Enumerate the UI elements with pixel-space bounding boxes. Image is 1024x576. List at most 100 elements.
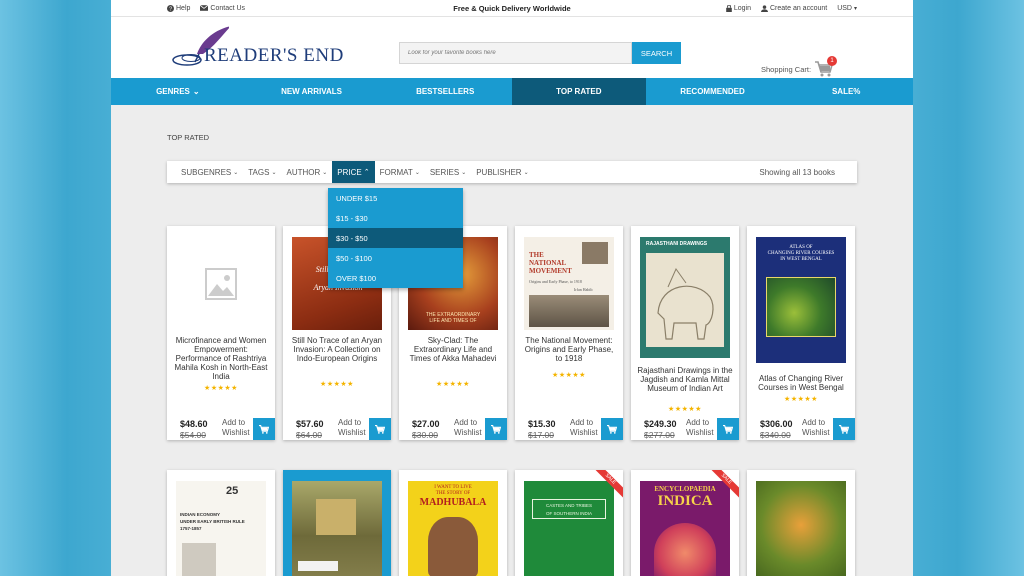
chevron-down-icon: ▾ — [853, 5, 857, 12]
book-cover[interactable]: I WANT TO LIVE THE STORY OF MADHUBALA — [408, 481, 498, 576]
contact-link[interactable]: Contact Us — [200, 5, 245, 12]
price: $48.60 — [180, 419, 208, 429]
nav-genres[interactable]: GENRES ⌄ — [111, 78, 245, 105]
background-right — [913, 0, 1024, 576]
add-to-cart-button[interactable] — [601, 418, 623, 440]
chevron-down-icon: ⌄ — [414, 169, 420, 176]
login-link[interactable]: Login — [726, 4, 751, 12]
sale-label: SALE — [591, 470, 623, 500]
filter-label: SERIES — [429, 167, 460, 177]
product-card[interactable]: RAJASTHANI DRAWINGS Rajasthani Drawings … — [631, 226, 739, 440]
filter-label: FORMAT — [379, 167, 413, 177]
product-card-highlighted[interactable] — [283, 470, 391, 576]
nav-recommended[interactable]: RECOMMENDED — [646, 78, 780, 105]
nav-top-rated[interactable]: TOP RATED — [512, 78, 646, 105]
filter-price[interactable]: PRICE ⌃ — [332, 161, 375, 183]
price: $306.00 — [760, 419, 793, 429]
cover-text: INDIAN ECONOMY — [180, 512, 221, 517]
shopping-cart[interactable]: Shopping Cart: 1 — [761, 56, 837, 77]
nav-new-arrivals[interactable]: NEW ARRIVALS — [245, 78, 379, 105]
old-price: $30.00 — [412, 430, 438, 440]
book-cover[interactable]: 25 INDIAN ECONOMY UNDER EARLY BRITISH RU… — [176, 481, 266, 576]
price-option[interactable]: $50 - $100 — [328, 248, 463, 268]
add-to-cart-button[interactable] — [485, 418, 507, 440]
search-button[interactable]: SEARCH — [632, 42, 681, 64]
filter-subgenres[interactable]: SUBGENRES ⌄ — [176, 161, 243, 183]
nav-label: SALE% — [831, 87, 861, 96]
help-icon: ? — [167, 4, 174, 12]
cover-text: NATIONAL — [529, 259, 567, 267]
help-label: Help — [176, 4, 191, 12]
filter-label: SUBGENRES — [181, 167, 232, 177]
cover-artwork — [646, 253, 724, 347]
book-cover[interactable] — [292, 481, 382, 576]
cover-photo — [529, 295, 609, 327]
background-left — [0, 0, 111, 576]
currency-select[interactable]: USD ▾ — [837, 5, 857, 12]
filter-label: PRICE — [337, 167, 362, 177]
cover-text: OF SOUTHERN INDIA — [545, 511, 592, 516]
cover-text: CASTES AND TRIBES — [546, 503, 592, 508]
rating-stars: ★★★★★ — [784, 396, 818, 403]
book-title[interactable]: Atlas of Changing River Courses in West … — [753, 374, 849, 392]
filter-label: AUTHOR — [286, 167, 321, 177]
filter-format[interactable]: FORMAT ⌄ — [375, 161, 425, 183]
product-card[interactable]: 25 INDIAN ECONOMY UNDER EARLY BRITISH RU… — [167, 470, 275, 576]
chevron-down-icon: ⌄ — [271, 169, 277, 176]
filter-tags[interactable]: TAGS ⌄ — [243, 161, 281, 183]
filter-label: PUBLISHER — [476, 167, 522, 177]
contact-label: Contact Us — [210, 4, 246, 12]
nav-sale[interactable]: SALE% — [779, 78, 913, 105]
filter-series[interactable]: SERIES ⌄ — [425, 161, 471, 183]
logo[interactable]: READER'S END — [169, 24, 349, 72]
filter-author[interactable]: AUTHOR ⌄ — [281, 161, 332, 183]
book-cover[interactable]: RAJASTHANI DRAWINGS — [640, 237, 730, 358]
wishlist-label: Add to Wishlist — [454, 418, 482, 437]
book-cover[interactable]: THE NATIONAL MOVEMENT Origins and Early … — [524, 237, 614, 330]
nav-label: GENRES — [156, 87, 190, 96]
book-cover[interactable]: ATLAS OF CHANGING RIVER COURSES IN WEST … — [756, 237, 846, 363]
product-card[interactable] — [747, 470, 855, 576]
product-card[interactable]: THE NATIONAL MOVEMENT Origins and Early … — [515, 226, 623, 440]
add-to-cart-button[interactable] — [369, 418, 391, 440]
page-title: TOP RATED — [167, 133, 210, 142]
rating-stars: ★★★★★ — [204, 385, 238, 392]
product-card[interactable]: ATLAS OF CHANGING RIVER COURSES IN WEST … — [747, 226, 855, 440]
product-card[interactable]: I WANT TO LIVE THE STORY OF MADHUBALA — [399, 470, 507, 576]
wishlist-label: Add to Wishlist — [222, 418, 250, 437]
price-option[interactable]: OVER $100 — [328, 268, 463, 288]
login-label: Login — [733, 4, 751, 12]
cover-artwork — [316, 499, 356, 535]
filter-label: TAGS — [248, 167, 270, 177]
book-title[interactable]: Microfinance and Women Empowerment: Perf… — [173, 336, 269, 381]
create-account-link[interactable]: Create an account — [761, 5, 827, 12]
help-link[interactable]: ? Help — [167, 4, 191, 12]
filter-publisher[interactable]: PUBLISHER ⌄ — [471, 161, 533, 183]
book-cover[interactable] — [756, 481, 846, 576]
book-cover-placeholder[interactable] — [176, 237, 266, 330]
old-price: $17.00 — [528, 430, 554, 440]
old-price: $277.00 — [644, 430, 675, 440]
nav-bestsellers[interactable]: BESTSELLERS — [378, 78, 512, 105]
product-card[interactable]: ENCYCLOPAEDIA INDICA SALE — [631, 470, 739, 576]
add-to-cart-button[interactable] — [833, 418, 855, 440]
add-to-cart-button[interactable] — [253, 418, 275, 440]
price-option[interactable]: UNDER $15 — [328, 188, 463, 208]
price-option-selected[interactable]: $30 - $50 — [328, 228, 463, 248]
cart-icon — [491, 424, 501, 434]
product-card[interactable]: Microfinance and Women Empowerment: Perf… — [167, 226, 275, 440]
sale-ribbon: SALE — [707, 470, 739, 502]
rating-stars: ★★★★★ — [552, 372, 586, 379]
chevron-down-icon: ⌄ — [192, 87, 200, 96]
product-card[interactable]: CASTES AND TRIBES OF SOUTHERN INDIA SALE — [515, 470, 623, 576]
book-title[interactable]: Still No Trace of an Aryan Invasion: A C… — [289, 336, 385, 363]
book-title[interactable]: The National Movement: Origins and Early… — [521, 336, 617, 363]
add-to-cart-button[interactable] — [717, 418, 739, 440]
price-option[interactable]: $15 - $30 — [328, 208, 463, 228]
book-title[interactable]: Rajasthani Drawings in the Jagdish and K… — [637, 366, 733, 393]
svg-text:?: ? — [169, 6, 172, 11]
book-title[interactable]: Sky-Clad: The Extraordinary Life and Tim… — [405, 336, 501, 363]
old-price: $340.00 — [760, 430, 791, 440]
logo-text: READER'S END — [204, 45, 344, 66]
search-input[interactable] — [399, 42, 632, 64]
